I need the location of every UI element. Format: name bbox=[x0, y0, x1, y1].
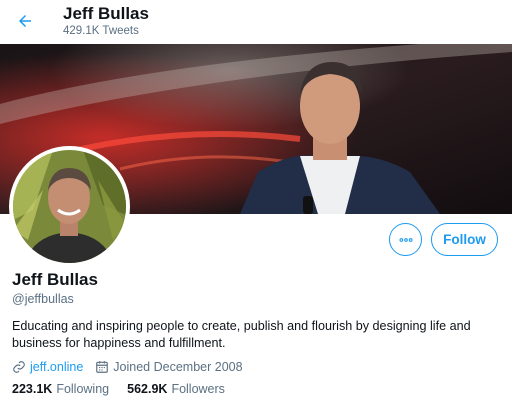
profile-stats: 223.1K Following 562.9K Followers bbox=[12, 382, 243, 396]
followers-count: 562.9K bbox=[127, 382, 168, 396]
profile-bio: Educating and inspiring people to create… bbox=[12, 319, 471, 350]
followers-stat[interactable]: 562.9K Followers bbox=[127, 382, 225, 396]
header-tweet-count: 429.1K Tweets bbox=[63, 25, 139, 37]
more-icon bbox=[398, 237, 413, 242]
calendar-icon bbox=[95, 360, 109, 374]
avatar[interactable] bbox=[9, 146, 130, 267]
follow-button[interactable]: Follow bbox=[431, 223, 498, 256]
link-icon bbox=[12, 360, 26, 374]
profile-header: Jeff Bullas 429.1K Tweets bbox=[0, 0, 512, 44]
more-options-button[interactable] bbox=[389, 223, 422, 256]
back-arrow-icon bbox=[19, 15, 31, 27]
profile-handle: @jeffbullas bbox=[12, 292, 74, 306]
header-title: Jeff Bullas bbox=[63, 4, 149, 23]
following-stat[interactable]: 223.1K Following bbox=[12, 382, 109, 396]
back-button[interactable] bbox=[10, 6, 40, 36]
avatar-image bbox=[13, 150, 126, 263]
profile-name: Jeff Bullas bbox=[12, 270, 98, 289]
followers-label: Followers bbox=[171, 382, 225, 396]
following-label: Following bbox=[56, 382, 110, 396]
joined-date: Joined December 2008 bbox=[113, 360, 243, 374]
following-count: 223.1K bbox=[12, 382, 53, 396]
website-link[interactable]: jeff.online bbox=[30, 360, 83, 374]
profile-meta: jeff.online Joined December 2008 bbox=[12, 358, 243, 376]
